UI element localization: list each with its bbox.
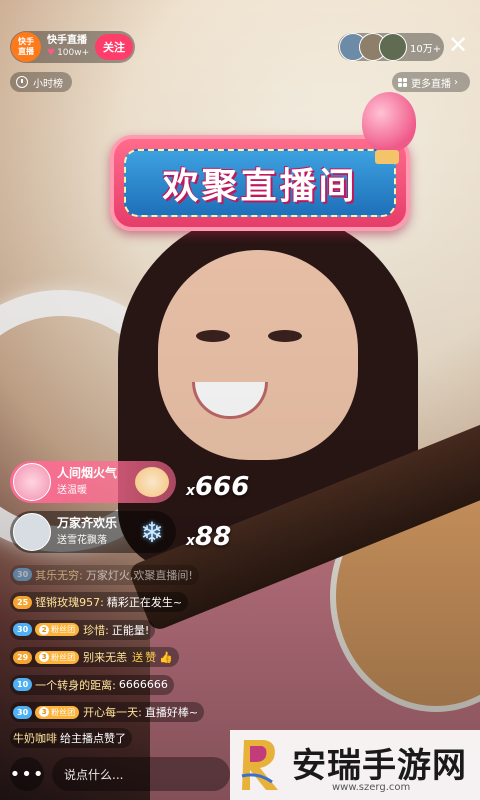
comment-item[interactable]: 30 2 粉丝团 珍惜: 正能量! bbox=[10, 619, 156, 640]
comment-item[interactable]: 30 3 粉丝团 开心每一天: 直播好棒~ bbox=[10, 702, 205, 722]
gift-notification[interactable]: 万家齐欢乐 送雪花飘落 ❄ bbox=[10, 511, 176, 553]
comment-user[interactable]: 其乐无穷: bbox=[35, 567, 83, 583]
comment-text: 给主播点赞了 bbox=[60, 732, 126, 745]
comment-gift-name: 赞 bbox=[145, 651, 157, 664]
comment-item[interactable]: 10 一个转身的距离: 6666666 bbox=[10, 674, 174, 695]
anchor-text: 快手直播 ♥ 100w+ bbox=[47, 35, 89, 59]
follow-button[interactable]: 关注 bbox=[95, 34, 133, 60]
gift-action: 送温暖 bbox=[57, 485, 87, 496]
gift-count-number: 666 bbox=[195, 472, 250, 502]
live-stream-view: 快手 直播 快手直播 ♥ 100w+ 关注 10万+ ✕ 小时榜 更多直播 › … bbox=[0, 0, 480, 800]
avatar[interactable] bbox=[379, 33, 407, 61]
fan-label: 粉丝团 bbox=[51, 625, 76, 634]
fan-label: 粉丝团 bbox=[51, 652, 76, 662]
comment-text: 精彩正在发生~ bbox=[106, 596, 183, 609]
gift-count-x: x bbox=[186, 533, 196, 549]
fan-club-badge: 3 粉丝团 bbox=[35, 705, 80, 719]
gift-count-number: 88 bbox=[195, 522, 232, 552]
thumbs-up-icon: 👍 bbox=[159, 650, 173, 664]
fan-level: 3 bbox=[39, 652, 50, 662]
hot-air-balloon-icon bbox=[362, 92, 416, 152]
clock-icon bbox=[16, 76, 28, 88]
likes-count: 100w+ bbox=[57, 48, 90, 58]
avatar[interactable] bbox=[13, 513, 51, 551]
banner-title: 欢聚直播间 bbox=[162, 166, 358, 207]
anchor-info[interactable]: 快手 直播 快手直播 ♥ 100w+ 关注 bbox=[10, 31, 135, 63]
anchor-name: 快手直播 bbox=[47, 35, 87, 46]
level-badge: 25 bbox=[13, 595, 33, 609]
comment-item[interactable]: 29 3 粉丝团 别来无恙 送 赞 👍 bbox=[10, 647, 179, 667]
snowflake-icon: ❄ bbox=[140, 515, 164, 549]
comment-user[interactable]: 一个转身的距离: bbox=[35, 677, 116, 693]
level-badge: 30 bbox=[13, 705, 33, 719]
anchor-likes: ♥ 100w+ bbox=[47, 47, 89, 59]
more-options-button[interactable]: ••• bbox=[10, 757, 44, 791]
gift-notification[interactable]: 人间烟火气 送温暖 bbox=[10, 461, 176, 503]
level-badge: 29 bbox=[13, 650, 33, 664]
logo-text: 快手 直播 bbox=[18, 37, 34, 56]
fan-club-badge: 3 粉丝团 bbox=[35, 650, 80, 664]
cat-gift-icon bbox=[134, 464, 170, 500]
comment-item[interactable]: 牛奶咖啡 给主播点赞了 bbox=[10, 728, 132, 748]
level-badge: 30 bbox=[13, 623, 33, 636]
gift-count: x88 bbox=[186, 522, 231, 552]
gift-count: x666 bbox=[186, 472, 249, 502]
comment-list[interactable]: 30 其乐无穷: 万家灯火,欢聚直播间! 25 铿锵玫瑰957: 精彩正在发生~… bbox=[10, 562, 280, 753]
comment-item[interactable]: 30 其乐无穷: 万家灯火,欢聚直播间! bbox=[10, 564, 199, 585]
site-logo-icon bbox=[241, 740, 278, 790]
comment-text: 6666666 bbox=[118, 678, 168, 691]
comment-user[interactable]: 铿锵玫瑰957: bbox=[35, 594, 104, 610]
gift-user: 人间烟火气 bbox=[57, 466, 118, 480]
fan-level: 2 bbox=[39, 624, 50, 635]
heart-icon: ♥ bbox=[47, 48, 56, 58]
gift-action: 送雪花飘落 bbox=[57, 535, 107, 546]
viewer-count[interactable]: 10万+ bbox=[410, 40, 441, 55]
comment-user[interactable]: 珍惜: bbox=[83, 622, 109, 638]
more-live-label: 更多直播 bbox=[411, 78, 451, 90]
fan-label: 粉丝团 bbox=[51, 707, 76, 717]
level-badge: 30 bbox=[13, 568, 33, 581]
comment-text: 正能量! bbox=[111, 623, 150, 637]
more-live-button[interactable]: 更多直播 › bbox=[392, 72, 470, 92]
gift-text: 人间烟火气 送温暖 bbox=[57, 465, 117, 499]
watermark-url: www.szerg.com bbox=[332, 782, 411, 793]
fan-level: 3 bbox=[39, 707, 50, 717]
viewer-list[interactable]: 10万+ bbox=[338, 33, 444, 61]
gift-text: 万家齐欢乐 送雪花飘落 bbox=[57, 515, 117, 549]
comment-user[interactable]: 牛奶咖啡 bbox=[13, 730, 57, 746]
avatar[interactable] bbox=[13, 463, 51, 501]
gift-user: 万家齐欢乐 bbox=[57, 516, 118, 530]
hour-rank-button[interactable]: 小时榜 bbox=[10, 72, 72, 92]
watermark-title: 安瑞手游网 bbox=[292, 746, 467, 786]
grid-icon bbox=[398, 77, 407, 87]
comment-input[interactable]: 说点什么... bbox=[52, 757, 230, 791]
chevron-right-icon: › bbox=[454, 76, 458, 88]
comment-text: 送 bbox=[132, 651, 144, 664]
hour-rank-label: 小时榜 bbox=[33, 78, 63, 90]
close-icon[interactable]: ✕ bbox=[446, 33, 470, 58]
kuaishou-live-logo[interactable]: 快手 直播 bbox=[11, 32, 41, 62]
comment-item[interactable]: 25 铿锵玫瑰957: 精彩正在发生~ bbox=[10, 592, 189, 612]
banner-panel: 欢聚直播间 bbox=[124, 149, 396, 217]
fan-club-badge: 2 粉丝团 bbox=[35, 623, 80, 636]
site-watermark: 安瑞手游网 www.szerg.com bbox=[230, 730, 480, 800]
gift-count-x: x bbox=[186, 483, 196, 499]
comment-text: 直播好棒~ bbox=[144, 706, 199, 719]
comment-user[interactable]: 开心每一天: bbox=[83, 704, 142, 720]
comment-user[interactable]: 别来无恙 bbox=[83, 649, 127, 665]
level-badge: 10 bbox=[13, 678, 33, 691]
live-room-banner: 欢聚直播间 bbox=[110, 135, 410, 231]
comment-text: 万家灯火,欢聚直播间! bbox=[85, 568, 193, 582]
balloon-basket bbox=[375, 150, 399, 164]
